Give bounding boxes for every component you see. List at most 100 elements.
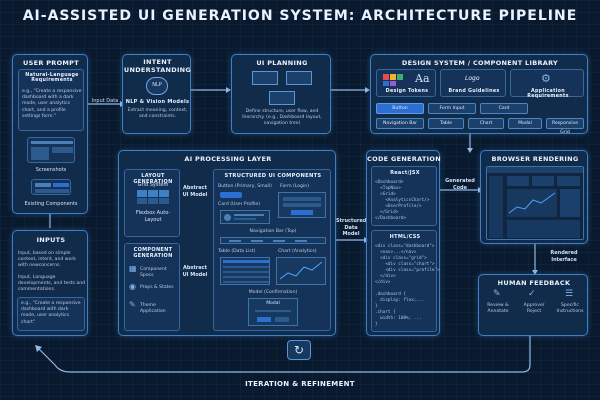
- react-code-card: React/JSX <Dashboard> <TopNav> <Grid> <A…: [371, 166, 437, 226]
- logo-badge: Logo: [465, 75, 480, 82]
- ds-chip-chart: Chart: [468, 118, 504, 129]
- existing-components-thumbnail: [31, 179, 71, 195]
- inputs-p2: Input, Language developments, and tests …: [18, 275, 86, 293]
- profile-widget: [560, 189, 580, 217]
- brand-guidelines-card: Logo Brand Guidelines: [440, 69, 506, 97]
- html-code-card: HTML/CSS <div class="dashboard"> <nav>..…: [371, 230, 440, 332]
- table-row: [223, 266, 269, 268]
- nav-item: [273, 240, 285, 242]
- planning-title: UI PLANNING: [256, 59, 308, 67]
- app-requirements-label: Application Requirements: [527, 89, 569, 99]
- form-field: [283, 197, 321, 201]
- swatch: [383, 81, 389, 86]
- avatar: [224, 214, 231, 221]
- design-tokens-card: Aa Design Tokens: [376, 69, 436, 97]
- form-spec-label: Form (Login): [280, 184, 310, 189]
- structured-components-card: STRUCTURED UI COMPONENTS Button (Primary…: [213, 169, 331, 331]
- thumb-chip: [35, 183, 51, 187]
- structured-title: STRUCTURED UI COMPONENTS: [224, 173, 322, 179]
- design-system-title: DESIGN SYSTEM / COMPONENT LIBRARY: [401, 59, 559, 67]
- login-form-preview: [278, 192, 326, 218]
- brand-guidelines-label: Brand Guidelines: [448, 89, 500, 94]
- inputs-title: INPUTS: [36, 236, 66, 244]
- ds-chip-table: Table: [428, 118, 464, 129]
- react-title: React/JSX: [390, 170, 420, 176]
- human-feedback-panel: HUMAN FEEDBACK ✎ Review & Annotate ✓ App…: [478, 274, 588, 336]
- profile-card-preview: [220, 210, 270, 224]
- puzzle-icon: ▦: [129, 264, 137, 273]
- refresh-icon: ↻: [287, 340, 311, 360]
- component-generation-card: COMPONENT GENERATION ▦ Component Specs ◉…: [124, 243, 180, 331]
- intent-title: INTENT UNDERSTANDING: [123, 58, 192, 74]
- data-table: [507, 220, 580, 238]
- rendered-interface-label: Rendered Interface: [550, 250, 578, 263]
- generated-code-label: Generated Code: [445, 178, 475, 191]
- inputs-p1: Input, based on simple context, intent, …: [18, 251, 76, 269]
- code-generation-panel: CODE GENERATION React/JSX <Dashboard> <T…: [366, 150, 441, 336]
- nav-spec-label: Navigation Bar (Top): [249, 229, 297, 234]
- grid-system-label: Grid System: [137, 182, 169, 188]
- table-spec-label: Table (Data List): [218, 249, 256, 254]
- swatch: [397, 74, 403, 80]
- stat-card: [507, 176, 529, 186]
- nav-item: [229, 240, 241, 242]
- inputs-example: e.g., "Create a responsive dashboard wit…: [21, 301, 81, 325]
- flow-tree-icon: [252, 71, 312, 105]
- thumb-chip: [53, 183, 69, 187]
- ds-chip-form-input: Form Input: [428, 103, 476, 114]
- ds-chip-nav: Navigation Bar: [376, 118, 424, 129]
- ds-chip-grid: Responsive Grid: [546, 118, 584, 135]
- modal-line: [255, 310, 291, 312]
- brain-icon: NLP: [146, 77, 168, 95]
- typography-icon: Aa: [415, 72, 430, 85]
- palette-icon: [383, 74, 413, 86]
- user-prompt-panel: USER PROMPT Natural-Language Requirement…: [12, 54, 88, 214]
- iteration-label: ITERATION & REFINEMENT: [245, 380, 355, 388]
- flexbox-label: Flexbox Auto-Layout: [135, 210, 171, 223]
- instructions-icon: ☰: [565, 289, 574, 299]
- button-spec-label: Button (Primary, Small): [218, 184, 272, 189]
- feedback-title: HUMAN FEEDBACK: [497, 279, 571, 287]
- browser-title: BROWSER RENDERING: [491, 155, 579, 163]
- ai-layer-title: AI PROCESSING LAYER: [184, 155, 272, 163]
- primary-button-preview: [220, 192, 242, 198]
- nav-item: [251, 240, 263, 242]
- props-states-label: Props & States: [140, 285, 174, 290]
- toggle-icon: ◉: [129, 282, 136, 291]
- modal-cancel-button: [275, 317, 289, 322]
- inputs-panel: INPUTS Input, based on simple context, i…: [12, 230, 88, 336]
- form-field: [283, 203, 321, 207]
- modal-ok-button: [257, 317, 271, 322]
- stat-card: [557, 176, 580, 186]
- flow-node: [252, 71, 278, 85]
- html-code: <div class="dashboard"> <nav>...</nav> <…: [375, 244, 440, 328]
- user-prompt-title: USER PROMPT: [23, 59, 79, 67]
- intent-desc: Extract meaning, context, and constraint…: [127, 108, 188, 120]
- ds-chip-card: Card: [480, 103, 528, 114]
- thumb-chip: [35, 189, 69, 193]
- input-data-label: Input Data: [91, 98, 119, 104]
- abstract-ui-label-1: Abstract UI Model: [182, 185, 208, 198]
- dashboard-chart: [507, 189, 557, 217]
- table-row: [223, 281, 269, 283]
- table-row: [223, 260, 269, 263]
- ds-chip-button: Button: [376, 103, 424, 114]
- card-line: [234, 218, 256, 220]
- nav-item: [295, 240, 307, 242]
- chart-preview: [276, 257, 326, 285]
- modal-head: Modal: [266, 301, 280, 306]
- browser-window: [486, 166, 584, 240]
- table-preview: [220, 257, 270, 285]
- approve-reject: Approve/ Reject: [523, 303, 545, 315]
- review-icon: ✎: [493, 289, 501, 299]
- modal-spec-label: Model (Confirmation): [248, 290, 298, 295]
- existing-components-label: Existing Components: [24, 201, 78, 207]
- layout-generation-card: LAYOUT GENERATION Grid System Flexbox Au…: [124, 169, 180, 237]
- nl-requirements-card: Natural-Language Requirements e.g., "Cre…: [18, 69, 84, 131]
- design-tokens-label: Design Tokens: [385, 89, 429, 94]
- design-system-panel: DESIGN SYSTEM / COMPONENT LIBRARY Aa Des…: [370, 54, 588, 135]
- abstract-ui-label-2: Abstract UI Model: [182, 265, 208, 278]
- table-row: [223, 271, 269, 273]
- table-row: [223, 276, 269, 278]
- react-code: <Dashboard> <TopNav> <Grid> <AnalyticsCh…: [375, 180, 430, 222]
